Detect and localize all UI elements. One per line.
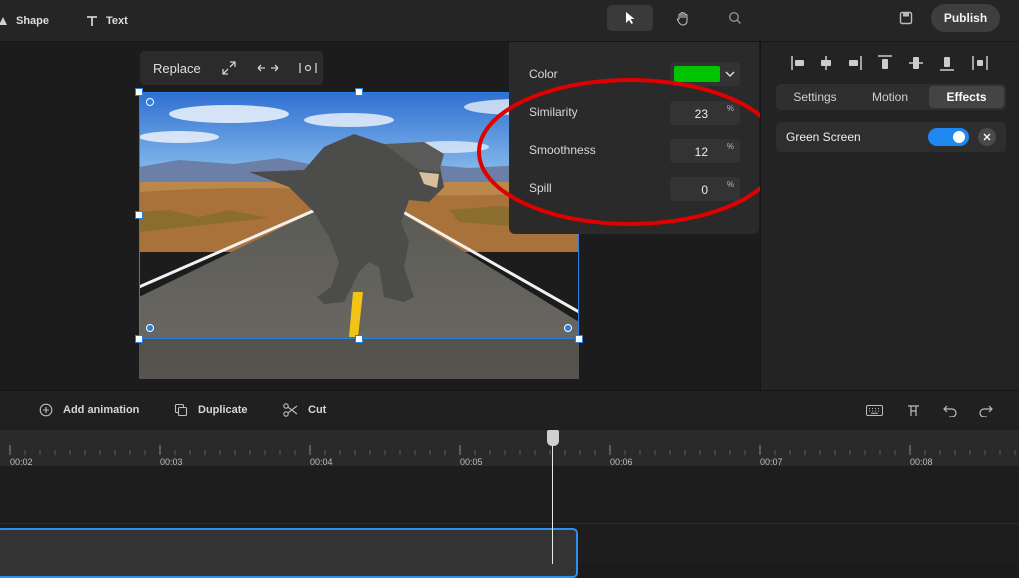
align-left-icon[interactable]: [790, 54, 808, 72]
corner-rotate-handle[interactable]: [146, 324, 154, 332]
redo-icon[interactable]: [979, 404, 993, 417]
timeline-toolbar: Add animation Duplicate Cut: [0, 390, 1019, 430]
track-divider: [0, 523, 1019, 524]
replace-button[interactable]: Replace: [153, 61, 201, 76]
shape-icon: [0, 17, 7, 25]
timeline-clip[interactable]: [0, 528, 578, 578]
shape-tool-button[interactable]: Shape: [0, 11, 49, 31]
add-animation-label: Add animation: [63, 404, 140, 416]
toggle-knob: [953, 131, 965, 143]
panel-tabs: Settings Motion Effects: [776, 84, 1006, 110]
text-label: Text: [106, 15, 128, 27]
resize-handle-top-left[interactable]: [135, 88, 143, 96]
resize-handle-bottom-right[interactable]: [575, 335, 583, 343]
hand-icon: [676, 11, 688, 26]
zoom-tool-button[interactable]: [712, 5, 758, 31]
save-button[interactable]: [899, 11, 913, 30]
text-tool-button[interactable]: Text: [86, 11, 128, 31]
playhead-handle[interactable]: [547, 430, 559, 446]
annotation-ellipse: [477, 78, 783, 226]
keyboard-icon[interactable]: [866, 405, 883, 416]
hand-tool-button[interactable]: [660, 5, 706, 31]
ruler-ticks: [9, 445, 1016, 455]
add-animation-button[interactable]: Add animation: [39, 403, 139, 417]
remove-effect-button[interactable]: [978, 128, 996, 146]
resize-handle-top[interactable]: [355, 88, 363, 96]
save-icon: [899, 11, 913, 25]
align-top-icon[interactable]: [876, 54, 894, 72]
plus-circle-icon: [39, 403, 53, 417]
top-toolbar: Shape Text Publish: [0, 0, 1019, 42]
properties-panel: Settings Motion Effects Green Screen: [760, 42, 1019, 390]
corner-rotate-handle[interactable]: [146, 98, 154, 106]
cursor-icon: [626, 12, 635, 24]
image-toolbar: Replace: [140, 51, 323, 85]
align-right-icon[interactable]: [845, 54, 863, 72]
resize-handle-bottom[interactable]: [355, 335, 363, 343]
resize-handle-bottom-left[interactable]: [135, 335, 143, 343]
distribute-horizontal-icon[interactable]: [971, 54, 989, 72]
cut-button[interactable]: Cut: [283, 403, 326, 417]
resize-handle-left[interactable]: [135, 211, 143, 219]
effect-name: Green Screen: [786, 130, 861, 144]
tab-motion[interactable]: Motion: [852, 84, 928, 110]
text-icon: [87, 16, 97, 26]
undo-icon[interactable]: [943, 404, 957, 417]
corner-rotate-handle[interactable]: [564, 324, 572, 332]
expand-icon[interactable]: [221, 60, 237, 76]
green-screen-toggle[interactable]: [928, 128, 969, 146]
scissors-icon: [283, 403, 298, 417]
duplicate-button[interactable]: Duplicate: [174, 403, 248, 417]
align-middle-vertical-icon[interactable]: [907, 54, 925, 72]
align-bottom-icon[interactable]: [938, 54, 956, 72]
align-center-horizontal-icon[interactable]: [817, 54, 835, 72]
select-tool-button[interactable]: [607, 5, 653, 31]
close-icon: [983, 133, 991, 141]
tab-settings[interactable]: Settings: [776, 84, 854, 110]
duplicate-icon: [174, 403, 188, 417]
flip-horizontal-icon[interactable]: [257, 62, 279, 74]
playhead-line: [552, 440, 553, 564]
publish-button[interactable]: Publish: [931, 4, 1000, 32]
duplicate-label: Duplicate: [198, 404, 248, 416]
effect-row-green-screen[interactable]: Green Screen: [776, 122, 1006, 152]
timeline-ruler[interactable]: 00:02 00:03 00:04 00:05 00:06 00:07 00:0…: [0, 430, 1019, 467]
search-icon: [728, 11, 742, 25]
shape-label: Shape: [16, 15, 50, 27]
crop-icon[interactable]: [299, 62, 317, 74]
tab-effects[interactable]: Effects: [929, 86, 1004, 108]
cut-label: Cut: [308, 404, 327, 416]
split-icon[interactable]: [907, 404, 920, 417]
